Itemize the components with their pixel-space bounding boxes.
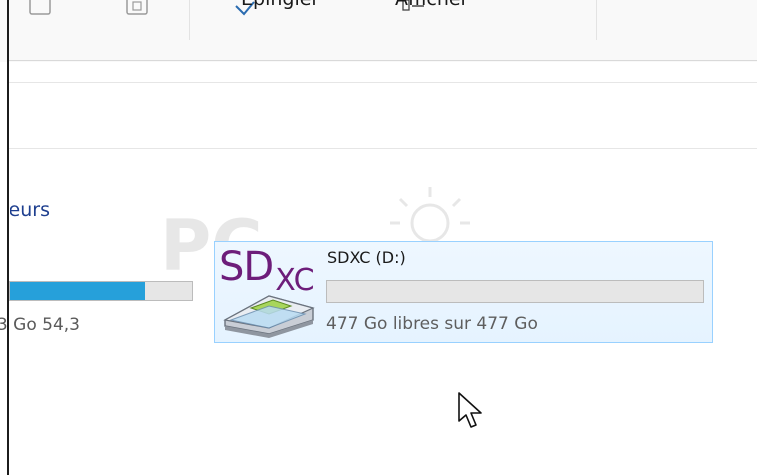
toolbar-separator bbox=[189, 0, 190, 40]
drive-usage-bar bbox=[9, 281, 193, 301]
address-bar-area[interactable] bbox=[9, 83, 757, 148]
drive-usage-fill bbox=[10, 282, 145, 300]
sdxc-logo: SDXC bbox=[219, 244, 315, 298]
sd-card-icon bbox=[223, 295, 315, 338]
navigation-pane-border[interactable] bbox=[7, 0, 9, 475]
drive-usage-bar bbox=[326, 280, 704, 303]
drive-free-space-text: 54,3 Go libres sur 233 Go bbox=[0, 315, 80, 335]
sdxc-logo-main: SD bbox=[219, 244, 274, 290]
toolbar: Épingler Afficher bbox=[0, 0, 757, 62]
divider bbox=[9, 148, 757, 149]
copy-icon[interactable] bbox=[28, 0, 52, 18]
divider bbox=[9, 60, 757, 61]
toolbar-separator bbox=[596, 0, 597, 40]
drive-free-space-text: 477 Go libres sur 477 Go bbox=[326, 314, 538, 334]
mouse-pointer-icon bbox=[458, 392, 482, 428]
drive-tile-c[interactable]: 54,3 Go libres sur 233 Go bbox=[0, 270, 200, 340]
drive-tile-d[interactable]: SDXC SDXC (D:) 477 Go libres sur 477 Go bbox=[214, 241, 713, 343]
paste-icon[interactable] bbox=[124, 0, 150, 18]
section-heading-devices[interactable]: Périphériques et lecteurs bbox=[10, 199, 50, 221]
pin-button-label[interactable]: Épingler bbox=[241, 0, 319, 10]
display-button-label[interactable]: Afficher bbox=[395, 0, 468, 10]
drive-name: SDXC (D:) bbox=[327, 248, 406, 267]
